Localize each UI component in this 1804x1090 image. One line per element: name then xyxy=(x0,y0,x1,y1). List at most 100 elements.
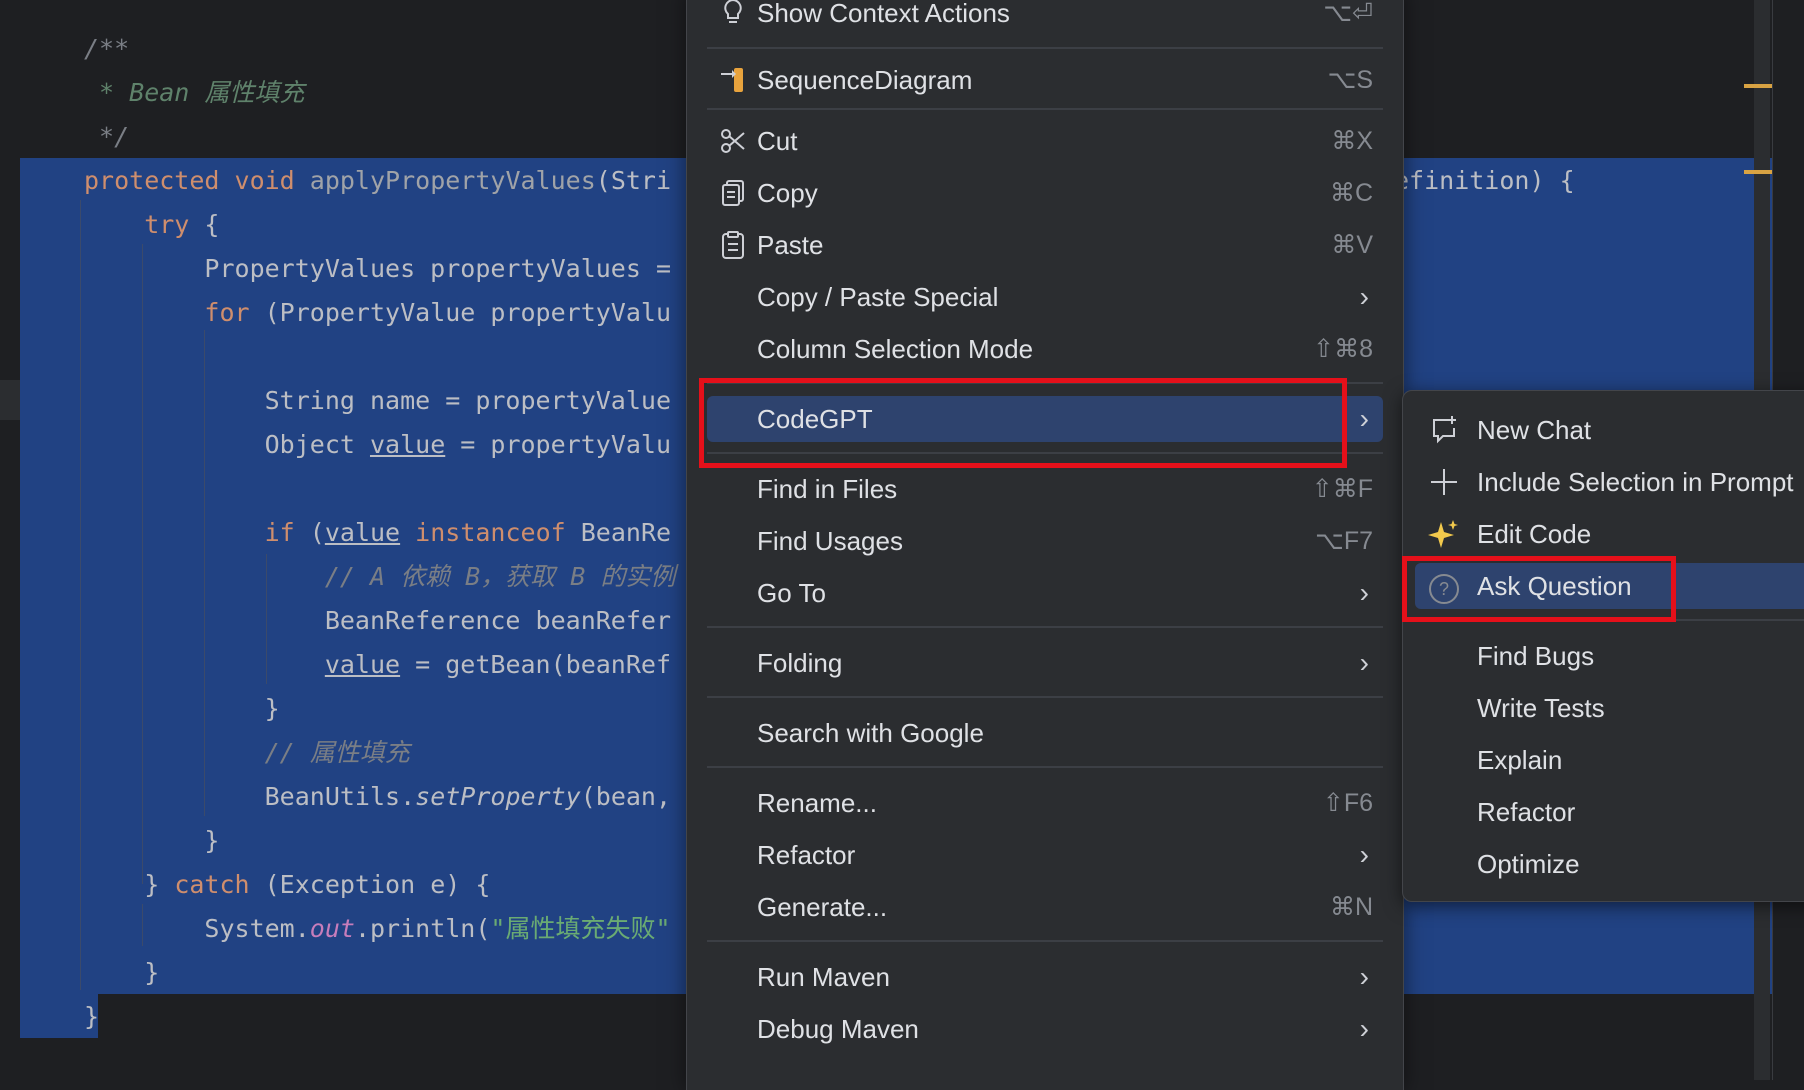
menu-separator xyxy=(707,47,1383,49)
code-line: for (PropertyValue propertyValu xyxy=(84,292,671,334)
menu-item-generate[interactable]: Generate... ⌘N xyxy=(707,884,1383,930)
chevron-right-icon: › xyxy=(1359,647,1369,678)
menu-item-shortcut: ⌘X xyxy=(1331,127,1373,155)
menu-item-paste[interactable]: Paste ⌘V xyxy=(707,222,1383,268)
code-token: (Stri xyxy=(595,166,672,195)
code-token: } xyxy=(84,870,175,899)
menu-item-folding[interactable]: Folding › xyxy=(707,640,1383,686)
menu-item-copy-paste-special[interactable]: Copy / Paste Special › xyxy=(707,274,1383,320)
sparkle-icon xyxy=(1427,518,1461,550)
submenu-item-write-tests[interactable]: Write Tests xyxy=(1415,685,1804,731)
code-line: */ xyxy=(84,116,129,158)
code-token: "属性填充失败" xyxy=(490,914,671,943)
menu-item-label: Go To xyxy=(757,577,826,608)
code-token: value xyxy=(324,650,401,679)
code-token: = propertyValu xyxy=(445,430,672,459)
submenu-item-find-bugs[interactable]: Find Bugs xyxy=(1415,633,1804,679)
chevron-right-icon: › xyxy=(1359,403,1369,434)
code-token: BeanUtils. xyxy=(84,782,416,811)
submenu-item-explain[interactable]: Explain xyxy=(1415,737,1804,783)
chevron-right-icon: › xyxy=(1359,839,1369,870)
menu-item-run-maven[interactable]: Run Maven › xyxy=(707,954,1383,1000)
menu-item-cut[interactable]: Cut ⌘X xyxy=(707,118,1383,164)
scrollbar-warning-mark[interactable] xyxy=(1744,170,1772,174)
menu-item-search-with-google[interactable]: Search with Google xyxy=(707,710,1383,756)
menu-item-shortcut: ⌘N xyxy=(1329,893,1373,921)
submenu-item-new-chat[interactable]: New Chat xyxy=(1415,407,1804,453)
menu-item-sequence-diagram[interactable]: SequenceDiagram ⌥S xyxy=(707,57,1383,103)
code-token: for xyxy=(84,298,265,327)
menu-item-label: Generate... xyxy=(757,891,888,922)
menu-item-label: Rename... xyxy=(757,787,877,818)
code-token: ( xyxy=(309,518,325,547)
code-token: PropertyValues propertyValues = xyxy=(84,254,671,283)
menu-item-refactor[interactable]: Refactor › xyxy=(707,832,1383,878)
code-token: } xyxy=(84,826,220,855)
menu-item-find-in-files[interactable]: Find in Files ⇧⌘F xyxy=(707,466,1383,512)
code-token: try xyxy=(84,210,205,239)
submenu-item-label: Find Bugs xyxy=(1477,640,1595,671)
menu-item-go-to[interactable]: Go To › xyxy=(707,570,1383,616)
code-token: * Bean 属性填充 xyxy=(84,78,305,107)
menu-item-debug-maven[interactable]: Debug Maven › xyxy=(707,1006,1383,1052)
scissors-icon xyxy=(717,125,749,157)
menu-item-copy[interactable]: Copy ⌘C xyxy=(707,170,1383,216)
code-token: value xyxy=(324,518,401,547)
code-line: // A 依赖 B，获取 B 的实例 xyxy=(84,556,676,598)
code-token: } xyxy=(84,958,160,987)
submenu-item-label: New Chat xyxy=(1477,414,1592,445)
code-line: System.out.println("属性填充失败" xyxy=(84,908,671,950)
code-line: value = getBean(beanRef xyxy=(84,644,671,686)
menu-item-show-context-actions[interactable]: Show Context Actions ⌥⏎ xyxy=(707,0,1383,36)
menu-item-rename[interactable]: Rename... ⇧F6 xyxy=(707,780,1383,826)
scrollbar-warning-mark[interactable] xyxy=(1744,84,1772,88)
code-token: String name = propertyValue xyxy=(84,386,671,415)
menu-item-label: Run Maven xyxy=(757,961,890,992)
menu-item-label: Find in Files xyxy=(757,473,898,504)
code-line: BeanUtils.setProperty(bean, xyxy=(84,776,671,818)
paste-icon xyxy=(717,229,749,261)
code-line: // 属性填充 xyxy=(84,732,410,774)
codegpt-submenu: New Chat Include Selection in Prompt Edi… xyxy=(1402,390,1804,902)
menu-item-shortcut: ⌥F7 xyxy=(1315,527,1373,555)
code-token: applyPropertyValues xyxy=(309,166,596,195)
menu-item-label: Show Context Actions xyxy=(757,0,1010,28)
submenu-item-label: Refactor xyxy=(1477,796,1576,827)
menu-item-label: Folding xyxy=(757,647,843,678)
menu-item-shortcut: ⌥⏎ xyxy=(1323,0,1373,27)
indent-guide xyxy=(80,200,81,990)
code-token: BeanReference beanRefer xyxy=(84,606,671,635)
menu-item-label: Cut xyxy=(757,125,798,156)
submenu-item-label: Include Selection in Prompt xyxy=(1477,466,1794,497)
code-token: } xyxy=(84,1002,100,1031)
code-line: * Bean 属性填充 xyxy=(84,72,304,114)
code-line: PropertyValues propertyValues = xyxy=(84,248,671,290)
chevron-right-icon: › xyxy=(1359,1013,1369,1044)
menu-item-label: Refactor xyxy=(757,839,856,870)
submenu-item-optimize[interactable]: Optimize xyxy=(1415,841,1804,887)
menu-item-label: Search with Google xyxy=(757,717,984,748)
menu-item-column-selection-mode[interactable]: Column Selection Mode ⇧⌘8 xyxy=(707,326,1383,372)
code-token: void xyxy=(234,166,310,195)
chevron-right-icon: › xyxy=(1359,577,1369,608)
menu-item-shortcut: ⌘C xyxy=(1329,179,1373,207)
menu-item-find-usages[interactable]: Find Usages ⌥F7 xyxy=(707,518,1383,564)
menu-item-shortcut: ⌥S xyxy=(1327,66,1373,94)
copy-icon xyxy=(717,177,749,209)
code-line: } xyxy=(84,820,219,862)
code-line: protected void applyPropertyValues(Stri xyxy=(84,160,671,202)
code-line: Object value = propertyValu xyxy=(84,424,671,466)
code-line: if (value instanceof BeanRe xyxy=(84,512,671,554)
submenu-item-include-selection[interactable]: Include Selection in Prompt xyxy=(1415,459,1804,505)
code-token: Object xyxy=(84,430,370,459)
code-token: { xyxy=(204,210,220,239)
code-token: protected xyxy=(84,166,235,195)
code-token: .println( xyxy=(354,914,491,943)
submenu-item-edit-code[interactable]: Edit Code xyxy=(1415,511,1804,557)
code-token: } xyxy=(84,694,280,723)
code-token: setProperty xyxy=(415,782,581,811)
code-token: */ xyxy=(84,122,130,151)
submenu-item-refactor[interactable]: Refactor xyxy=(1415,789,1804,835)
menu-item-shortcut: ⌘V xyxy=(1331,231,1373,259)
